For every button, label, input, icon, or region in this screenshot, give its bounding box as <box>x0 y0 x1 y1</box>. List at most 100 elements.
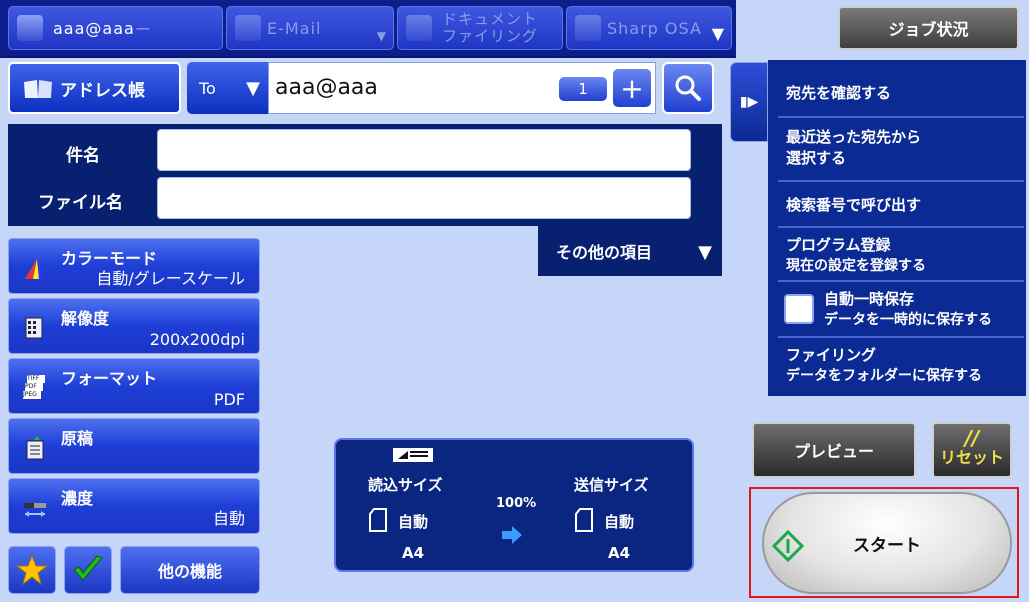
recent-destinations-line2: 選択する <box>786 149 847 167</box>
job-status-button[interactable]: ジョブ状況 <box>838 6 1019 50</box>
start-diamond-icon <box>772 530 804 562</box>
panel-expand-icon: ▮▶ <box>739 94 759 110</box>
resolution-icon <box>25 317 43 339</box>
density-title: 濃度 <box>61 489 94 508</box>
book-icon <box>24 80 52 98</box>
checkmark-icon <box>73 555 103 581</box>
format-icon-pdf: PDF <box>25 383 43 391</box>
filing-line1: ファイリング <box>786 346 877 364</box>
program-register-line1: プログラム登録 <box>786 236 891 254</box>
start-label: スタート <box>853 535 921 556</box>
search-number-item[interactable]: 検索番号で呼び出す <box>778 184 1024 228</box>
resolution-value: 200x200dpi <box>149 330 245 349</box>
other-items-button[interactable]: その他の項目 ▼ <box>538 226 722 276</box>
filing-line2: データをフォルダーに保存する <box>786 368 982 384</box>
density-button[interactable]: 濃度 自動 <box>8 478 260 534</box>
filename-label: ファイル名 <box>38 193 123 213</box>
arrow-right-icon <box>502 526 522 544</box>
add-address-button[interactable]: + <box>612 68 652 108</box>
plus-icon: + <box>620 71 644 105</box>
star-icon <box>16 554 48 586</box>
send-mode-value: 自動 <box>604 513 635 531</box>
chevron-down-icon: ▼ <box>698 242 712 263</box>
document-filing-icon <box>406 15 432 41</box>
recent-destinations-item[interactable]: 最近送った宛先から 選択する <box>778 120 1024 182</box>
format-title: フォーマット <box>61 369 158 388</box>
address-count-badge: 1 <box>558 76 608 102</box>
send-paper-size: A4 <box>608 544 631 562</box>
file-format-icon: TIFF PDF JPEG <box>23 375 47 401</box>
favorite-button[interactable] <box>8 546 56 594</box>
address-book-button[interactable]: アドレス帳 <box>8 62 181 114</box>
recent-destinations-line1: 最近送った宛先から <box>786 128 922 146</box>
filename-input[interactable] <box>157 177 691 219</box>
auto-temp-save-checkbox[interactable] <box>784 294 814 324</box>
reset-icon: // <box>964 426 980 450</box>
address-book-label: アドレス帳 <box>60 80 145 101</box>
address-tab-icon <box>17 15 43 41</box>
paper-icon <box>575 508 593 532</box>
scan-paper-size: A4 <box>402 544 425 562</box>
sharp-osa-icon <box>575 15 601 41</box>
density-icon <box>24 503 46 517</box>
original-document-icon <box>26 436 44 460</box>
search-number-label: 検索番号で呼び出す <box>786 196 922 214</box>
reset-label: リセット <box>939 448 1004 467</box>
filing-item[interactable]: ファイリング データをフォルダーに保存する <box>778 340 1024 394</box>
subject-input[interactable] <box>157 129 691 171</box>
resolution-title: 解像度 <box>61 309 110 328</box>
auto-temp-save-line1: 自動一時保存 <box>824 290 915 308</box>
program-register-item[interactable]: プログラム登録 現在の設定を登録する <box>778 230 1024 282</box>
format-value: PDF <box>213 390 245 409</box>
confirm-destination-item[interactable]: 宛先を確認する <box>778 60 1024 118</box>
format-button[interactable]: TIFF PDF JPEG フォーマット PDF <box>8 358 260 414</box>
to-label: To <box>199 78 216 98</box>
address-tab-value: aaa@aaa <box>53 19 135 38</box>
start-button[interactable]: スタート <box>762 492 1012 594</box>
right-panel-toggle[interactable]: ▮▶ <box>730 62 768 142</box>
chevron-down-icon: ▼ <box>246 78 260 99</box>
action-panel: 宛先を確認する 最近送った宛先から 選択する 検索番号で呼び出す プログラム登録… <box>768 60 1026 396</box>
email-icon <box>235 15 261 41</box>
resolution-button[interactable]: 解像度 200x200dpi <box>8 298 260 354</box>
scanner-icon <box>393 448 433 462</box>
program-register-line2: 現在の設定を登録する <box>786 258 926 274</box>
tab-address[interactable]: ー aaa@aaa <box>8 6 223 50</box>
confirm-button[interactable] <box>64 546 112 594</box>
format-icon-jpeg: JPEG <box>23 391 41 399</box>
original-title: 原稿 <box>61 429 94 448</box>
sharp-osa-label: Sharp OSA <box>607 18 702 38</box>
other-items-label: その他の項目 <box>556 243 653 262</box>
density-value: 自動 <box>212 509 245 528</box>
other-functions-button[interactable]: 他の機能 <box>120 546 260 594</box>
color-mode-value: 自動/グレースケール <box>96 269 245 288</box>
address-tab-ghost-label: ー <box>135 20 153 39</box>
scale-ratio: 100% <box>496 496 537 511</box>
scan-size-label: 読込サイズ <box>368 476 443 494</box>
original-button[interactable]: 原稿 <box>8 418 260 474</box>
document-filing-line1: ドキュメント <box>442 10 539 28</box>
reset-button[interactable]: // リセット <box>932 422 1012 478</box>
tab-document-filing[interactable]: ドキュメント ファイリング <box>397 6 563 50</box>
document-filing-line2: ファイリング <box>442 27 539 45</box>
chevron-down-icon: ▼ <box>711 24 725 43</box>
tab-email[interactable]: E-Mail ▼ <box>226 6 394 50</box>
send-size-label: 送信サイズ <box>574 476 649 494</box>
color-mode-icon <box>25 259 45 279</box>
chevron-down-icon: ▼ <box>376 29 387 43</box>
subject-label: 件名 <box>66 146 100 166</box>
tab-sharp-osa[interactable]: Sharp OSA ▼ <box>566 6 732 50</box>
search-button[interactable] <box>662 62 714 114</box>
scan-mode-value: 自動 <box>398 513 429 531</box>
to-select-button[interactable]: To ▼ <box>187 62 268 114</box>
format-icon-tiff: TIFF <box>27 375 45 383</box>
search-icon <box>675 75 701 101</box>
color-mode-button[interactable]: カラーモード 自動/グレースケール <box>8 238 260 294</box>
email-tab-label: E-Mail <box>267 18 322 38</box>
size-panel[interactable]: 読込サイズ 送信サイズ 100% 自動 自動 A4 A4 <box>334 438 694 572</box>
preview-button[interactable]: プレビュー <box>752 422 916 478</box>
confirm-destination-label: 宛先を確認する <box>786 84 892 102</box>
paper-icon <box>369 508 387 532</box>
auto-temp-save-line2: データを一時的に保存する <box>824 312 992 328</box>
auto-temp-save-item[interactable]: 自動一時保存 データを一時的に保存する <box>778 284 1024 338</box>
